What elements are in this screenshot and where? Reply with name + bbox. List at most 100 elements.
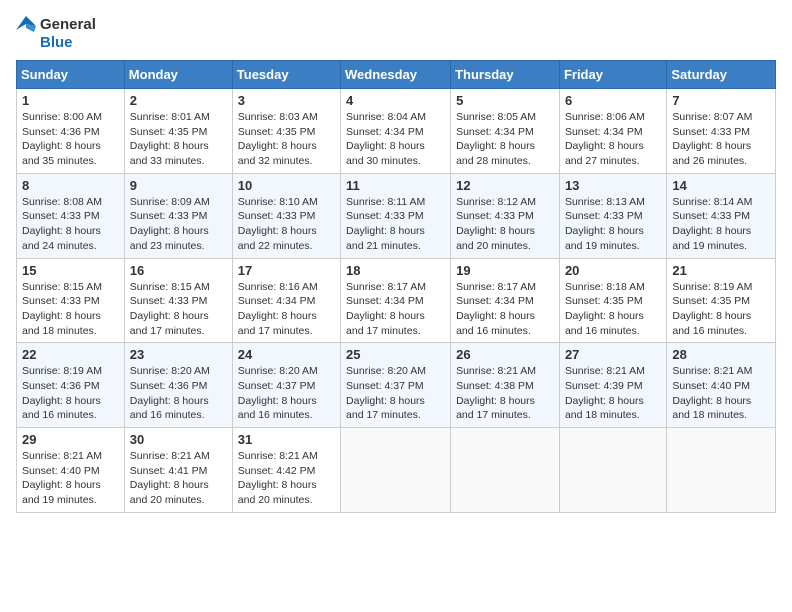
day-number: 23 xyxy=(130,347,227,362)
daylight-label: Daylight: 8 hours and 24 minutes. xyxy=(22,225,101,252)
sunset-label: Sunset: 4:33 PM xyxy=(130,210,208,222)
day-number: 3 xyxy=(238,93,335,108)
day-info: Sunrise: 8:17 AM Sunset: 4:34 PM Dayligh… xyxy=(346,280,445,339)
day-info: Sunrise: 8:21 AM Sunset: 4:42 PM Dayligh… xyxy=(238,449,335,508)
day-number: 6 xyxy=(565,93,661,108)
sunrise-label: Sunrise: 8:20 AM xyxy=(346,365,426,377)
sunrise-label: Sunrise: 8:11 AM xyxy=(346,196,425,208)
sunset-label: Sunset: 4:35 PM xyxy=(672,295,750,307)
sunrise-label: Sunrise: 8:21 AM xyxy=(22,450,102,462)
day-cell xyxy=(667,428,776,513)
header-cell-monday: Monday xyxy=(124,61,232,89)
daylight-label: Daylight: 8 hours and 20 minutes. xyxy=(238,479,317,506)
day-number: 5 xyxy=(456,93,554,108)
sunset-label: Sunset: 4:41 PM xyxy=(130,465,208,477)
day-info: Sunrise: 8:19 AM Sunset: 4:35 PM Dayligh… xyxy=(672,280,770,339)
day-number: 15 xyxy=(22,263,119,278)
sunrise-label: Sunrise: 8:01 AM xyxy=(130,111,210,123)
day-info: Sunrise: 8:21 AM Sunset: 4:38 PM Dayligh… xyxy=(456,364,554,423)
sunrise-label: Sunrise: 8:21 AM xyxy=(672,365,752,377)
day-info: Sunrise: 8:15 AM Sunset: 4:33 PM Dayligh… xyxy=(130,280,227,339)
sunset-label: Sunset: 4:42 PM xyxy=(238,465,316,477)
logo: General Blue xyxy=(16,16,96,52)
sunrise-label: Sunrise: 8:00 AM xyxy=(22,111,102,123)
sunset-label: Sunset: 4:40 PM xyxy=(672,380,750,392)
day-info: Sunrise: 8:07 AM Sunset: 4:33 PM Dayligh… xyxy=(672,110,770,169)
day-cell: 3 Sunrise: 8:03 AM Sunset: 4:35 PM Dayli… xyxy=(232,89,340,174)
sunrise-label: Sunrise: 8:09 AM xyxy=(130,196,210,208)
daylight-label: Daylight: 8 hours and 16 minutes. xyxy=(672,310,751,337)
sunset-label: Sunset: 4:33 PM xyxy=(456,210,534,222)
day-cell xyxy=(559,428,666,513)
sunset-label: Sunset: 4:33 PM xyxy=(130,295,208,307)
day-info: Sunrise: 8:14 AM Sunset: 4:33 PM Dayligh… xyxy=(672,195,770,254)
day-info: Sunrise: 8:21 AM Sunset: 4:40 PM Dayligh… xyxy=(672,364,770,423)
header-cell-tuesday: Tuesday xyxy=(232,61,340,89)
day-number: 16 xyxy=(130,263,227,278)
sunset-label: Sunset: 4:34 PM xyxy=(238,295,316,307)
sunset-label: Sunset: 4:34 PM xyxy=(565,126,643,138)
day-info: Sunrise: 8:21 AM Sunset: 4:39 PM Dayligh… xyxy=(565,364,661,423)
sunset-label: Sunset: 4:35 PM xyxy=(238,126,316,138)
day-number: 4 xyxy=(346,93,445,108)
daylight-label: Daylight: 8 hours and 22 minutes. xyxy=(238,225,317,252)
day-number: 12 xyxy=(456,178,554,193)
day-number: 26 xyxy=(456,347,554,362)
day-number: 30 xyxy=(130,432,227,447)
sunset-label: Sunset: 4:33 PM xyxy=(238,210,316,222)
daylight-label: Daylight: 8 hours and 19 minutes. xyxy=(22,479,101,506)
day-number: 14 xyxy=(672,178,770,193)
daylight-label: Daylight: 8 hours and 35 minutes. xyxy=(22,140,101,167)
sunset-label: Sunset: 4:37 PM xyxy=(238,380,316,392)
daylight-label: Daylight: 8 hours and 20 minutes. xyxy=(130,479,209,506)
day-info: Sunrise: 8:18 AM Sunset: 4:35 PM Dayligh… xyxy=(565,280,661,339)
day-info: Sunrise: 8:19 AM Sunset: 4:36 PM Dayligh… xyxy=(22,364,119,423)
day-info: Sunrise: 8:06 AM Sunset: 4:34 PM Dayligh… xyxy=(565,110,661,169)
day-number: 8 xyxy=(22,178,119,193)
sunrise-label: Sunrise: 8:04 AM xyxy=(346,111,426,123)
day-cell: 17 Sunrise: 8:16 AM Sunset: 4:34 PM Dayl… xyxy=(232,258,340,343)
day-number: 10 xyxy=(238,178,335,193)
day-cell: 15 Sunrise: 8:15 AM Sunset: 4:33 PM Dayl… xyxy=(17,258,125,343)
daylight-label: Daylight: 8 hours and 19 minutes. xyxy=(565,225,644,252)
header: General Blue xyxy=(16,16,776,52)
daylight-label: Daylight: 8 hours and 30 minutes. xyxy=(346,140,425,167)
day-cell: 4 Sunrise: 8:04 AM Sunset: 4:34 PM Dayli… xyxy=(341,89,451,174)
sunrise-label: Sunrise: 8:17 AM xyxy=(456,281,536,293)
day-number: 20 xyxy=(565,263,661,278)
sunrise-label: Sunrise: 8:15 AM xyxy=(130,281,210,293)
sunset-label: Sunset: 4:35 PM xyxy=(565,295,643,307)
sunset-label: Sunset: 4:39 PM xyxy=(565,380,643,392)
sunrise-label: Sunrise: 8:21 AM xyxy=(456,365,536,377)
day-info: Sunrise: 8:17 AM Sunset: 4:34 PM Dayligh… xyxy=(456,280,554,339)
sunset-label: Sunset: 4:33 PM xyxy=(565,210,643,222)
sunset-label: Sunset: 4:35 PM xyxy=(130,126,208,138)
day-number: 13 xyxy=(565,178,661,193)
sunrise-label: Sunrise: 8:06 AM xyxy=(565,111,645,123)
logo-blue: Blue xyxy=(40,34,96,52)
day-info: Sunrise: 8:03 AM Sunset: 4:35 PM Dayligh… xyxy=(238,110,335,169)
header-cell-sunday: Sunday xyxy=(17,61,125,89)
sunset-label: Sunset: 4:34 PM xyxy=(346,126,424,138)
day-info: Sunrise: 8:09 AM Sunset: 4:33 PM Dayligh… xyxy=(130,195,227,254)
sunset-label: Sunset: 4:34 PM xyxy=(456,295,534,307)
daylight-label: Daylight: 8 hours and 17 minutes. xyxy=(238,310,317,337)
day-cell xyxy=(451,428,560,513)
day-cell: 29 Sunrise: 8:21 AM Sunset: 4:40 PM Dayl… xyxy=(17,428,125,513)
day-cell: 30 Sunrise: 8:21 AM Sunset: 4:41 PM Dayl… xyxy=(124,428,232,513)
daylight-label: Daylight: 8 hours and 20 minutes. xyxy=(456,225,535,252)
day-cell: 23 Sunrise: 8:20 AM Sunset: 4:36 PM Dayl… xyxy=(124,343,232,428)
day-cell: 6 Sunrise: 8:06 AM Sunset: 4:34 PM Dayli… xyxy=(559,89,666,174)
day-cell: 28 Sunrise: 8:21 AM Sunset: 4:40 PM Dayl… xyxy=(667,343,776,428)
day-number: 19 xyxy=(456,263,554,278)
day-info: Sunrise: 8:05 AM Sunset: 4:34 PM Dayligh… xyxy=(456,110,554,169)
sunset-label: Sunset: 4:33 PM xyxy=(22,295,100,307)
sunrise-label: Sunrise: 8:18 AM xyxy=(565,281,645,293)
day-cell: 27 Sunrise: 8:21 AM Sunset: 4:39 PM Dayl… xyxy=(559,343,666,428)
day-info: Sunrise: 8:08 AM Sunset: 4:33 PM Dayligh… xyxy=(22,195,119,254)
sunrise-label: Sunrise: 8:12 AM xyxy=(456,196,536,208)
daylight-label: Daylight: 8 hours and 28 minutes. xyxy=(456,140,535,167)
daylight-label: Daylight: 8 hours and 17 minutes. xyxy=(456,395,535,422)
day-cell: 25 Sunrise: 8:20 AM Sunset: 4:37 PM Dayl… xyxy=(341,343,451,428)
day-number: 27 xyxy=(565,347,661,362)
